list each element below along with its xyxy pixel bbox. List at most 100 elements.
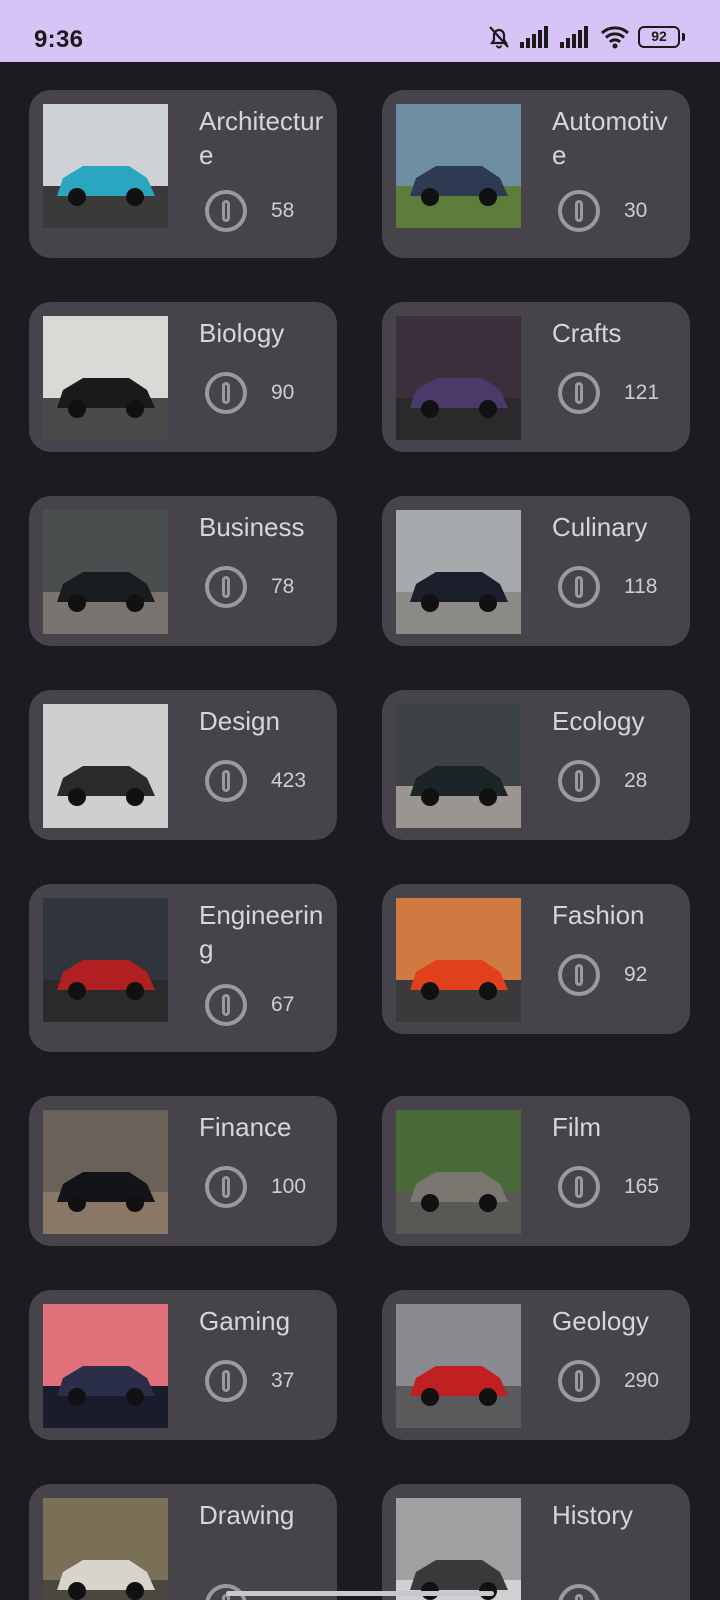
status-icons: 92 <box>486 24 685 50</box>
category-count: 28 <box>624 769 648 792</box>
count-row: 92 <box>558 954 647 996</box>
category-card[interactable]: Crafts 121 <box>382 302 690 452</box>
category-thumbnail <box>43 1304 168 1428</box>
bell-off-icon <box>486 24 512 50</box>
category-thumbnail <box>43 1498 168 1600</box>
info-icon[interactable] <box>558 372 600 414</box>
category-title: Fashion <box>552 900 645 930</box>
count-row: 100 <box>205 1166 306 1208</box>
category-card[interactable]: Design 423 <box>29 690 337 840</box>
info-icon[interactable] <box>205 1166 247 1208</box>
category-card[interactable]: Fashion 92 <box>382 884 690 1034</box>
category-title: Geology <box>552 1306 649 1336</box>
status-bar: 9:36 92 <box>0 0 720 62</box>
category-title: Ecology <box>552 706 645 736</box>
category-title: Drawing <box>199 1500 295 1530</box>
category-thumbnail <box>43 104 168 228</box>
category-thumbnail <box>43 510 168 634</box>
category-title: Automotive <box>552 106 668 170</box>
category-count: 121 <box>624 381 660 404</box>
category-card[interactable]: Architecture 58 <box>29 90 337 258</box>
battery-icon: 92 <box>638 26 685 48</box>
count-row: 118 <box>558 566 657 608</box>
category-count: 165 <box>624 1175 660 1198</box>
info-icon[interactable] <box>558 1166 600 1208</box>
count-row: 78 <box>205 566 294 608</box>
category-card[interactable]: Automotive 30 <box>382 90 690 258</box>
category-count: 290 <box>624 1369 660 1392</box>
category-count: 100 <box>271 1175 307 1198</box>
category-card[interactable]: History <box>382 1484 690 1600</box>
category-thumbnail <box>396 316 521 440</box>
category-thumbnail <box>396 1304 521 1428</box>
category-card[interactable]: Ecology 28 <box>382 690 690 840</box>
category-count: 92 <box>624 963 648 986</box>
count-row: 58 <box>205 190 294 232</box>
category-thumbnail <box>43 316 168 440</box>
category-card[interactable]: Geology 290 <box>382 1290 690 1440</box>
info-icon[interactable] <box>205 984 247 1026</box>
count-row: 290 <box>558 1360 659 1402</box>
category-title: Film <box>552 1112 602 1142</box>
category-card[interactable]: Biology 90 <box>29 302 337 452</box>
category-grid[interactable]: Architecture 58 Automotive 30 Biology 90 Craft… <box>0 62 720 1600</box>
info-icon[interactable] <box>205 760 247 802</box>
info-icon[interactable] <box>558 760 600 802</box>
count-row: 67 <box>205 984 294 1026</box>
count-row: 28 <box>558 760 647 802</box>
category-title: Gaming <box>199 1306 291 1336</box>
signal-icon <box>520 26 552 48</box>
category-title: Biology <box>199 318 285 348</box>
count-row: 165 <box>558 1166 659 1208</box>
category-thumbnail <box>43 1110 168 1234</box>
category-thumbnail <box>396 104 521 228</box>
count-row: 30 <box>558 190 647 232</box>
info-icon[interactable] <box>205 566 247 608</box>
category-title: Crafts <box>552 318 622 348</box>
info-icon[interactable] <box>558 1584 600 1600</box>
info-icon[interactable] <box>205 1360 247 1402</box>
category-card[interactable]: Business 78 <box>29 496 337 646</box>
status-time: 9:36 <box>34 26 84 53</box>
info-icon[interactable] <box>558 1360 600 1402</box>
category-count: 30 <box>624 199 648 222</box>
category-title: History <box>552 1500 633 1530</box>
category-title: Engineering <box>199 900 324 964</box>
info-icon[interactable] <box>558 190 600 232</box>
category-card[interactable]: Finance 100 <box>29 1096 337 1246</box>
category-card[interactable]: Drawing <box>29 1484 337 1600</box>
category-card[interactable]: Gaming 37 <box>29 1290 337 1440</box>
count-row: 121 <box>558 372 659 414</box>
category-thumbnail <box>396 1110 521 1234</box>
count-row <box>558 1584 624 1600</box>
count-row: 37 <box>205 1360 294 1402</box>
category-thumbnail <box>43 704 168 828</box>
category-thumbnail <box>396 1498 521 1600</box>
category-count: 90 <box>271 381 295 404</box>
info-icon[interactable] <box>558 954 600 996</box>
category-count: 58 <box>271 199 295 222</box>
category-title: Architecture <box>199 106 324 170</box>
info-icon[interactable] <box>205 372 247 414</box>
category-card[interactable]: Film 165 <box>382 1096 690 1246</box>
category-title: Design <box>199 706 280 736</box>
category-card[interactable]: Culinary 118 <box>382 496 690 646</box>
signal-icon <box>560 26 592 48</box>
category-title: Business <box>199 512 305 542</box>
category-title: Finance <box>199 1112 292 1142</box>
category-count: 37 <box>271 1369 295 1392</box>
category-count: 67 <box>271 993 295 1016</box>
category-title: Culinary <box>552 512 648 542</box>
category-count: 78 <box>271 575 295 598</box>
category-thumbnail <box>396 898 521 1022</box>
category-card[interactable]: Engineering 67 <box>29 884 337 1052</box>
info-icon[interactable] <box>205 190 247 232</box>
count-row: 423 <box>205 760 306 802</box>
category-count: 423 <box>271 769 307 792</box>
category-thumbnail <box>396 704 521 828</box>
home-indicator[interactable] <box>226 1591 494 1596</box>
count-row: 90 <box>205 372 294 414</box>
info-icon[interactable] <box>558 566 600 608</box>
category-thumbnail <box>396 510 521 634</box>
category-count: 118 <box>624 575 658 598</box>
